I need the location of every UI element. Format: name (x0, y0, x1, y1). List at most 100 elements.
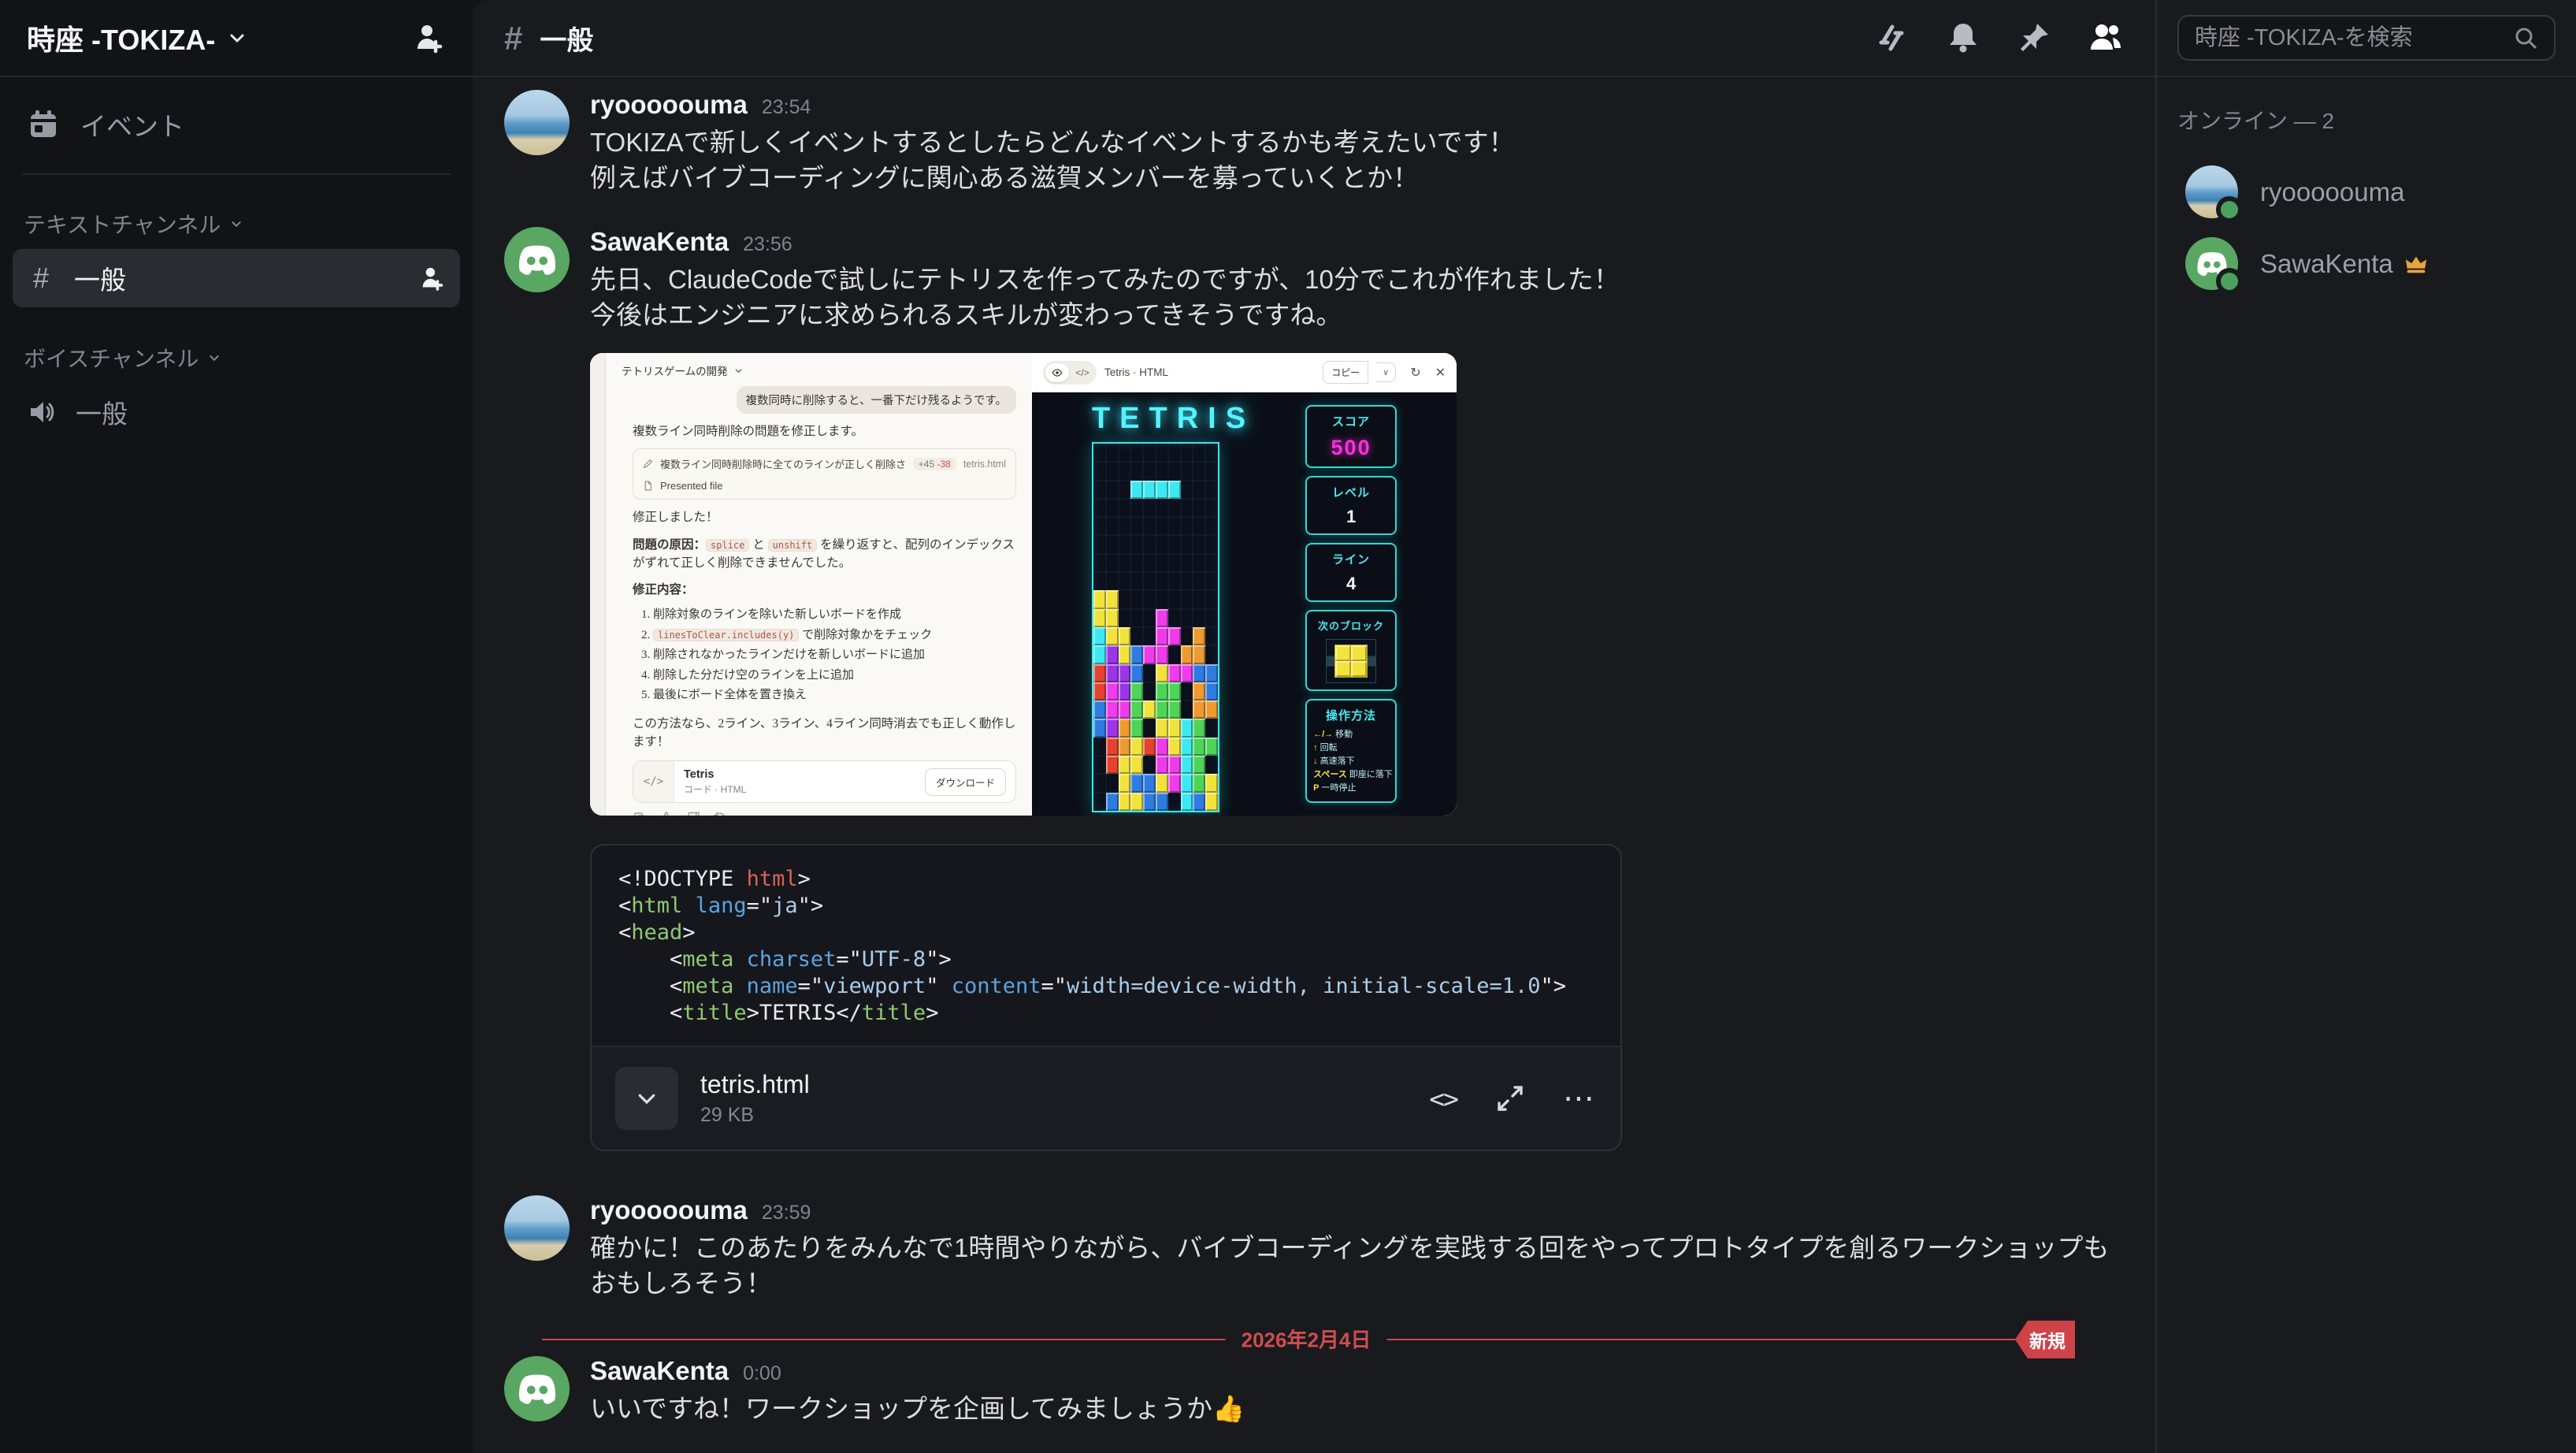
message-author[interactable]: SawaKenta (590, 1356, 729, 1386)
tetris-artifact-pane: </> Tetris · HTML コピー ∨ ↻ ✕ (1032, 353, 1457, 816)
invite-to-channel-icon[interactable] (418, 264, 446, 292)
server-name-label: 時座 -TOKIZA- (27, 17, 215, 58)
message: SawaKenta 23:56 先日、ClaudeCodeで試しにテトリスを作っ… (504, 227, 2116, 1151)
search-input[interactable] (2195, 25, 2502, 51)
refresh-icon: ↻ (1410, 365, 1420, 381)
channel-nav: イベント テキストチャンネル # 一般 ボイスチャンネル (0, 77, 473, 459)
category-voice-channels[interactable]: ボイスチャンネル (13, 328, 460, 383)
sidebar-item-label: イベント (80, 106, 184, 143)
expand-icon[interactable] (1495, 1083, 1525, 1113)
tetris-game: TETRIS スコア 500 (1032, 392, 1457, 816)
server-header[interactable]: 時座 -TOKIZA- (0, 0, 473, 77)
search-box[interactable] (2177, 15, 2556, 61)
copy-dropdown-chevron: ∨ (1376, 362, 1396, 382)
claude-artifact-card: </> Tetris コード · HTML ダウンロード (633, 760, 1016, 803)
next-block-box: 次のブロック (1305, 610, 1397, 691)
thumbs-up-icon (659, 811, 674, 816)
member-name: ryooooouma (2260, 177, 2404, 207)
message-author[interactable]: ryooooouma (590, 1195, 748, 1225)
sidebar-item-events[interactable]: イベント (13, 95, 460, 154)
chevron-down-icon (208, 351, 221, 364)
claude-user-bubble: 複数同時に削除すると、一番下だけ残るようです。 (737, 386, 1016, 414)
member-list-icon[interactable] (2088, 20, 2124, 56)
eye-icon (1045, 363, 1069, 382)
file-attachment-footer: tetris.html 29 KB <> ⋯ (592, 1046, 1620, 1150)
chevron-down-icon (228, 28, 247, 47)
member-row[interactable]: SawaKenta (2177, 228, 2556, 299)
date-divider-label: 2026年2月4日 (1226, 1325, 1387, 1354)
message-text: TOKIZAで新しくイベントするとしたらどんなイベントするかも考えたいです！ 例… (590, 124, 1515, 195)
channel-title: # 一般 (504, 19, 593, 58)
header-toolbar (1875, 20, 2124, 56)
level-box: レベル 1 (1305, 476, 1397, 535)
level-value: 1 (1346, 507, 1356, 527)
file-name[interactable]: tetris.html (700, 1070, 1407, 1099)
message-timestamp: 23:59 (762, 1202, 811, 1224)
message-author[interactable]: SawaKenta (590, 227, 729, 257)
channel-general-text[interactable]: # 一般 (13, 249, 460, 307)
online-status-dot (2216, 268, 2243, 295)
message-text: いいですね！ワークショップを企画してみましょうか👍 (590, 1391, 1245, 1426)
artifact-header: </> Tetris · HTML コピー ∨ ↻ ✕ (1032, 353, 1457, 392)
hash-icon: # (504, 20, 522, 58)
view-code-icon[interactable]: <> (1429, 1083, 1457, 1114)
message-timestamp: 0:00 (743, 1362, 781, 1385)
claude-message-actions (633, 811, 1016, 816)
member-row[interactable]: ryooooouma (2177, 156, 2556, 228)
message-author[interactable]: ryooooouma (590, 90, 748, 120)
notifications-bell-icon[interactable] (1946, 20, 1980, 55)
next-block-preview (1326, 639, 1376, 683)
tetris-title: TETRIS (1092, 402, 1255, 436)
new-badge: 新規 (2015, 1321, 2075, 1358)
close-icon: ✕ (1435, 365, 1446, 381)
code-icon: </> (1071, 363, 1094, 382)
message-timestamp: 23:54 (762, 96, 811, 119)
file-size: 29 KB (700, 1104, 1407, 1127)
channel-label: 一般 (76, 393, 128, 431)
channel-general-voice[interactable]: 一般 (13, 383, 460, 441)
score-box: スコア 500 (1305, 405, 1397, 468)
avatar[interactable] (504, 90, 570, 155)
category-label: ボイスチャンネル (24, 342, 199, 373)
pencil-icon (643, 459, 653, 469)
claude-fixed: 修正しました！ (633, 508, 1016, 526)
claude-sidebar-rail (590, 353, 606, 816)
attachment-image-claude-tetris[interactable]: テトリスゲームの開発 複数同時に削除すると、一番下だけ残るようです。 複数ライン… (590, 353, 1457, 816)
sidebar-divider (22, 173, 451, 175)
file-attachment-card: <!DOCTYPE html><html lang="ja"><head> <m… (590, 844, 1622, 1151)
message: ryooooouma 23:59 確かに！このあたりをみんなで1時間やりながら、… (504, 1195, 2116, 1301)
channel-header: # 一般 (473, 0, 2155, 77)
preview-code-toggle: </> (1043, 361, 1097, 385)
claude-chat-pane: テトリスゲームの開発 複数同時に削除すると、一番下だけ残るようです。 複数ライン… (590, 353, 1032, 816)
avatar[interactable] (504, 1356, 570, 1421)
code-content: <!DOCTYPE html><html lang="ja"><head> <m… (592, 845, 1620, 1046)
server-name[interactable]: 時座 -TOKIZA- (27, 17, 247, 58)
avatar[interactable] (504, 227, 570, 292)
online-heading: オンライン — 2 (2177, 104, 2556, 136)
claude-changes-heading: 修正内容： (633, 581, 1016, 599)
threads-icon[interactable] (1875, 20, 1910, 55)
category-text-channels[interactable]: テキストチャンネル (13, 194, 460, 249)
channel-sidebar: 時座 -TOKIZA- イベント テキストチャンネル (0, 0, 473, 1453)
search-icon (2513, 25, 2538, 50)
lines-value: 4 (1346, 574, 1356, 594)
avatar[interactable] (504, 1195, 570, 1261)
artifact-title: Tetris · HTML (1104, 366, 1168, 378)
channel-name: 一般 (540, 19, 593, 58)
message-text: 先日、ClaudeCodeで試しにテトリスを作ってみたのですが、10分でこれが作… (590, 262, 1622, 333)
search-header (2157, 0, 2576, 77)
collapse-preview-button[interactable] (615, 1067, 678, 1130)
copy-icon (633, 811, 647, 816)
code-file-icon: </> (633, 761, 674, 802)
copy-button: コピー (1323, 361, 1368, 384)
invite-people-icon[interactable] (411, 20, 446, 55)
retry-icon (713, 811, 727, 816)
server-owner-crown-icon (2404, 252, 2428, 276)
tetris-board (1092, 442, 1219, 812)
more-options-icon[interactable]: ⋯ (1563, 1080, 1597, 1117)
message-list: ryooooouma 23:54 TOKIZAで新しくイベントするとしたらどんな… (473, 77, 2155, 1453)
discord-app: 時座 -TOKIZA- イベント テキストチャンネル (0, 0, 2576, 1453)
category-label: テキストチャンネル (24, 208, 221, 240)
pinned-messages-icon[interactable] (2017, 20, 2051, 55)
claude-conclusion: この方法なら、2ライン、3ライン、4ライン同時消去でも正しく動作します！ (633, 715, 1016, 752)
